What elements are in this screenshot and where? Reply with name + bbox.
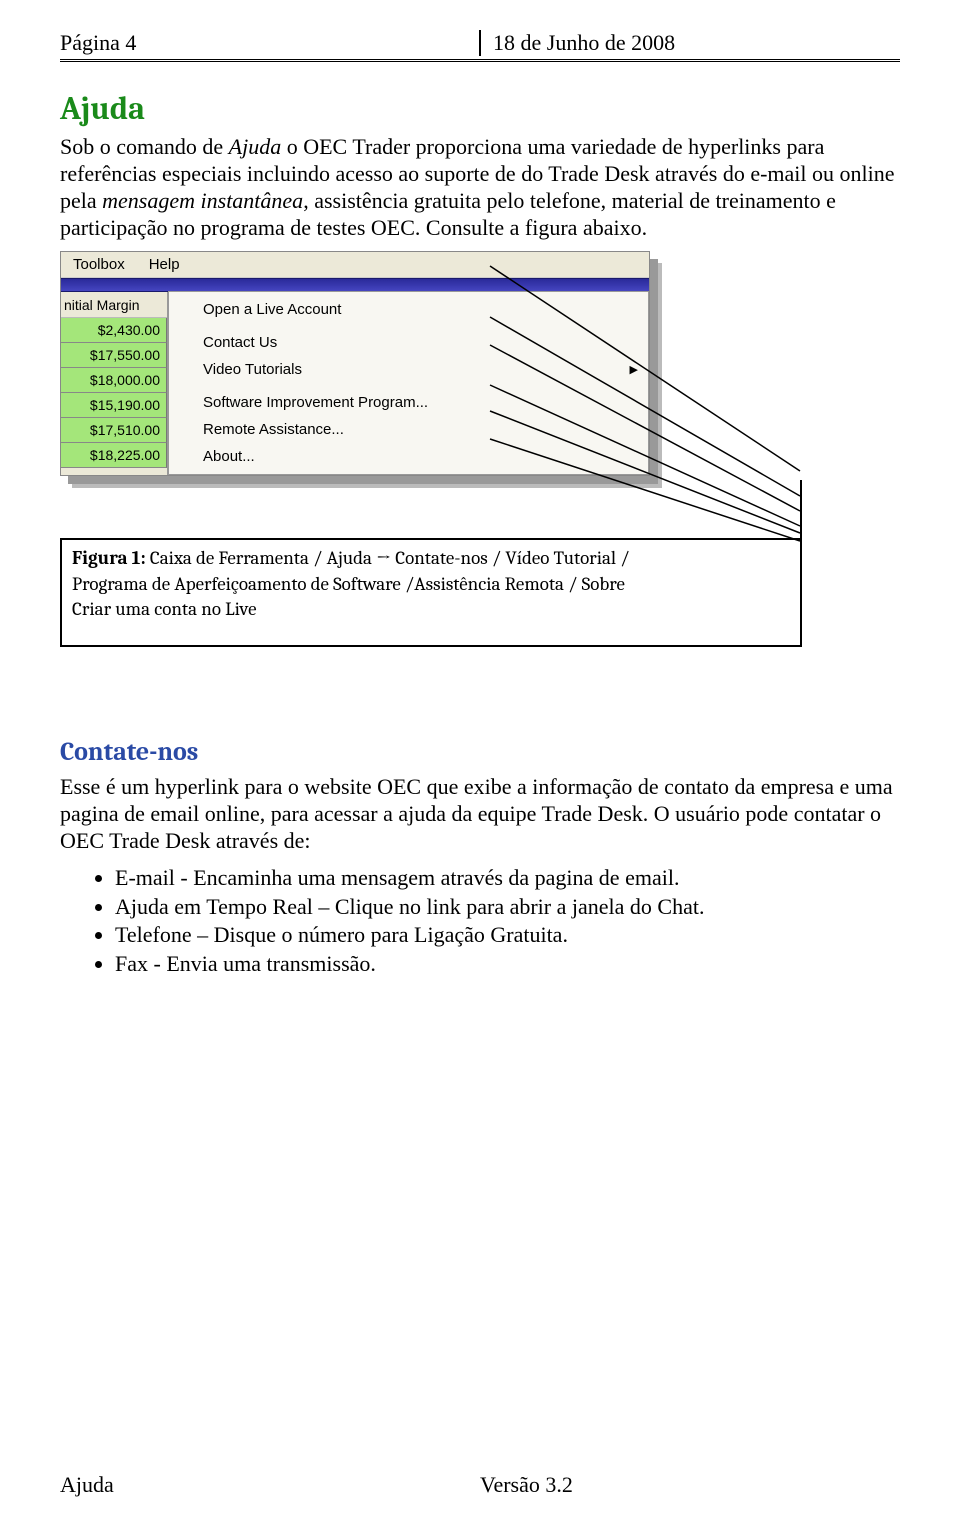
title-strip bbox=[61, 278, 649, 292]
margin-header: nitial Margin bbox=[61, 292, 167, 318]
section-title-ajuda: Ajuda bbox=[60, 90, 900, 127]
margin-cell: $17,550.00 bbox=[61, 343, 167, 368]
figure-connector-line bbox=[800, 480, 802, 540]
header-separator bbox=[479, 30, 481, 56]
dd-about[interactable]: About... bbox=[169, 443, 648, 470]
page-header: Página 4 18 de Junho de 2008 bbox=[60, 30, 900, 56]
page-number: Página 4 bbox=[60, 30, 467, 56]
contate-list: E-mail - Encaminha uma mensagem através … bbox=[60, 864, 900, 977]
page-date: 18 de Junho de 2008 bbox=[493, 30, 900, 56]
dd-open-live-account[interactable]: Open a Live Account bbox=[169, 296, 648, 323]
section-title-contate: Contate-nos bbox=[60, 737, 900, 767]
list-item: Ajuda em Tempo Real – Clique no link par… bbox=[115, 893, 900, 921]
menu-help[interactable]: Help bbox=[137, 253, 192, 276]
list-item: Telefone – Disque o número para Ligação … bbox=[115, 921, 900, 949]
margin-cell: $15,190.00 bbox=[61, 393, 167, 418]
dd-software-improvement[interactable]: Software Improvement Program... bbox=[169, 389, 648, 416]
screenshot-figure: Toolbox Help nitial Margin $2,430.00 $17… bbox=[60, 251, 658, 484]
header-rule bbox=[60, 59, 900, 62]
margin-cell: $2,430.00 bbox=[61, 318, 167, 343]
contate-body: Esse é um hyperlink para o website OEC q… bbox=[60, 773, 900, 854]
list-item: Fax - Envia uma transmissão. bbox=[115, 950, 900, 978]
menu-toolbox[interactable]: Toolbox bbox=[61, 253, 137, 276]
dd-video-tutorials[interactable]: Video Tutorials ▶ bbox=[169, 356, 648, 383]
help-dropdown: Open a Live Account Contact Us Video Tut… bbox=[168, 291, 649, 475]
figure-line3: Criar uma conta no Live bbox=[72, 598, 256, 620]
page-footer: Ajuda Versão 3.2 bbox=[60, 1472, 900, 1498]
dd-contact-us[interactable]: Contact Us bbox=[169, 329, 648, 356]
figure-label: Figura 1: bbox=[72, 547, 146, 569]
footer-left: Ajuda bbox=[60, 1472, 480, 1498]
margin-cell: $18,000.00 bbox=[61, 368, 167, 393]
figure-caption-box: Figura 1: Caixa de Ferramenta / Ajuda → … bbox=[60, 538, 802, 647]
dd-video-tutorials-label: Video Tutorials bbox=[203, 361, 302, 378]
margin-column: nitial Margin $2,430.00 $17,550.00 $18,0… bbox=[61, 292, 169, 475]
footer-center: Versão 3.2 bbox=[480, 1472, 900, 1498]
margin-cell: $17,510.00 bbox=[61, 418, 167, 443]
list-item: E-mail - Encaminha uma mensagem através … bbox=[115, 864, 900, 892]
submenu-arrow-icon: ▶ bbox=[630, 363, 638, 376]
figure-line1: Caixa de Ferramenta / Ajuda → Contate-no… bbox=[146, 547, 630, 569]
margin-cell: $18,225.00 bbox=[61, 443, 167, 468]
figure-line2: Programa de Aperfeiçoamento de Software … bbox=[72, 573, 625, 595]
dd-remote-assistance[interactable]: Remote Assistance... bbox=[169, 416, 648, 443]
ajuda-body: Sob o comando de Ajuda o OEC Trader prop… bbox=[60, 133, 900, 241]
menubar: Toolbox Help bbox=[61, 252, 649, 278]
